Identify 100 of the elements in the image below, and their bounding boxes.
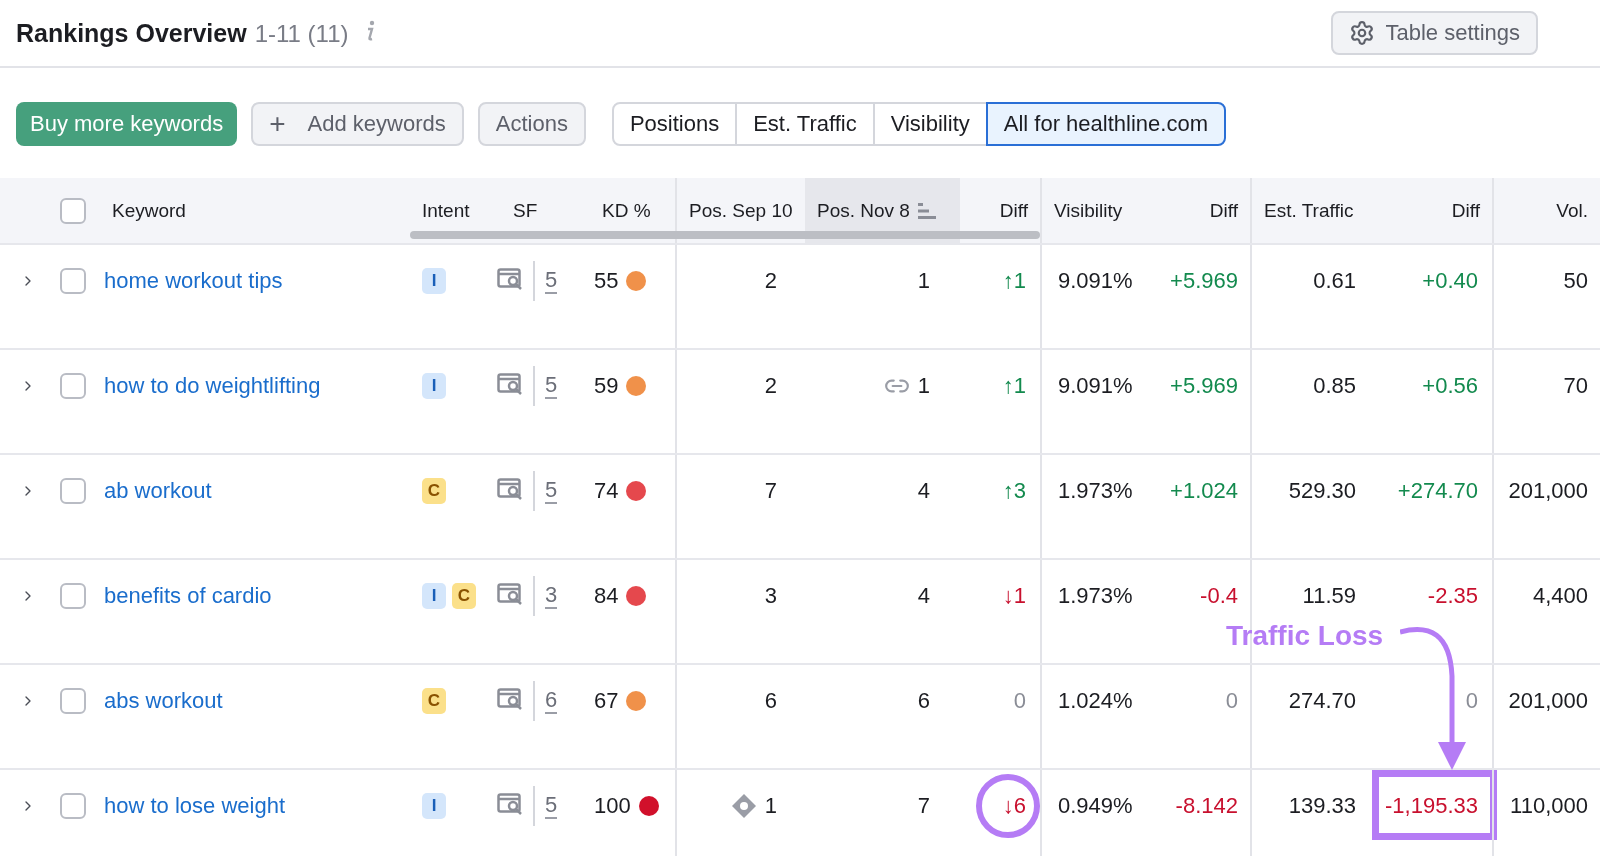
position-diff: 0 — [1013, 688, 1026, 714]
window-search-icon — [497, 373, 523, 395]
difficulty-value: 84 — [594, 583, 619, 609]
view-tab[interactable]: Est. Traffic — [735, 102, 875, 146]
column-header[interactable]: KD % — [602, 197, 651, 224]
intent-badge: I — [422, 268, 446, 294]
row-checkbox[interactable] — [60, 268, 86, 294]
visibility-value: 9.091% — [1058, 373, 1133, 399]
visibility-diff: -0.4 — [1200, 583, 1238, 609]
column-header[interactable]: Keyword — [112, 197, 186, 224]
keyword-link[interactable]: how to lose weight — [104, 793, 285, 819]
window-search-icon — [497, 793, 523, 815]
row-checkbox[interactable] — [60, 793, 86, 819]
window-search-icon — [497, 688, 523, 710]
annotation-label: Traffic Loss — [1226, 620, 1384, 652]
serp-feature-count[interactable]: 5 — [545, 373, 558, 399]
traffic-diff: +0.56 — [1422, 373, 1478, 399]
result-range: 1-11 (11) — [254, 19, 349, 48]
keyword-link[interactable]: benefits of cardio — [104, 583, 272, 609]
difficulty-value: 59 — [594, 373, 619, 399]
keyword-link[interactable]: abs workout — [104, 688, 223, 714]
volume-value: 4,400 — [1532, 583, 1588, 609]
view-tab[interactable]: All for healthline.com — [985, 102, 1226, 146]
column-header[interactable]: SF — [507, 197, 538, 224]
column-header[interactable]: Diff — [1451, 197, 1480, 224]
position-value: 3 — [764, 583, 777, 609]
position-value: 4 — [917, 478, 930, 504]
position-value: 2 — [764, 268, 777, 294]
visibility-diff: +5.969 — [1170, 268, 1238, 294]
difficulty-value: 67 — [594, 688, 619, 714]
visibility-diff: +1.024 — [1170, 478, 1238, 504]
column-header[interactable]: Pos. Sep 10 — [689, 197, 793, 224]
column-header[interactable]: Visibility — [1054, 197, 1123, 224]
traffic-diff: +274.70 — [1397, 478, 1478, 504]
serp-feature-count[interactable]: 5 — [545, 793, 558, 819]
add-keywords-button[interactable]: + Add keywords — [251, 102, 464, 146]
diamond-icon — [730, 793, 757, 819]
select-all-checkbox[interactable] — [60, 197, 86, 224]
traffic-diff: -1,195.33 — [1385, 793, 1478, 819]
column-header[interactable]: Diff — [999, 197, 1028, 224]
position-value: 2 — [764, 373, 777, 399]
sort-icon — [917, 201, 938, 220]
traffic-value: 529.30 — [1288, 478, 1356, 504]
intent-badge: I — [422, 583, 446, 609]
intent-badge: I — [422, 793, 446, 819]
visibility-value: 1.024% — [1058, 688, 1133, 714]
serp-feature-count[interactable]: 6 — [545, 688, 558, 714]
position-value: 1 — [917, 268, 930, 294]
column-header[interactable]: Intent — [422, 197, 470, 224]
row-checkbox[interactable] — [60, 688, 86, 714]
traffic-diff: -2.35 — [1427, 583, 1478, 609]
difficulty-value: 74 — [594, 478, 619, 504]
volume-value: 70 — [1563, 373, 1588, 399]
visibility-diff: -8.142 — [1175, 793, 1238, 819]
row-checkbox[interactable] — [60, 583, 86, 609]
column-header[interactable]: Diff — [1209, 197, 1238, 224]
settings-icon — [1349, 20, 1376, 46]
window-search-icon — [497, 583, 523, 605]
serp-feature-count[interactable]: 3 — [545, 583, 558, 609]
column-header[interactable]: Est. Traffic — [1264, 197, 1354, 224]
position-diff: ↑1 — [1002, 373, 1026, 399]
traffic-diff: 0 — [1465, 688, 1478, 714]
intent-badge: I — [422, 373, 446, 399]
volume-value: 50 — [1563, 268, 1588, 294]
volume-value: 110,000 — [1510, 793, 1588, 819]
actions-button[interactable]: Actions — [477, 102, 586, 146]
row-checkbox[interactable] — [60, 478, 86, 504]
difficulty-value: 55 — [594, 268, 619, 294]
traffic-value: 274.70 — [1288, 688, 1356, 714]
position-diff: ↓6 — [1002, 793, 1026, 819]
visibility-diff: +5.969 — [1170, 373, 1238, 399]
position-diff: ↑3 — [1002, 478, 1026, 504]
row-checkbox[interactable] — [60, 373, 86, 399]
serp-feature-count[interactable]: 5 — [545, 478, 558, 504]
traffic-value: 139.33 — [1288, 793, 1356, 819]
keyword-link[interactable]: home workout tips — [104, 268, 283, 294]
horizontal-scrollbar[interactable] — [410, 231, 1040, 239]
visibility-diff: 0 — [1225, 688, 1238, 714]
keyword-link[interactable]: ab workout — [104, 478, 212, 504]
position-value: 6 — [764, 688, 777, 714]
intent-badge: C — [422, 478, 446, 504]
column-header[interactable]: Vol. — [1556, 197, 1588, 224]
visibility-value: 9.091% — [1058, 268, 1133, 294]
intent-badge: C — [422, 688, 446, 714]
plus-icon: + — [269, 108, 286, 140]
position-value: 4 — [917, 583, 930, 609]
position-value: 7 — [917, 793, 930, 819]
traffic-value: 0.61 — [1313, 268, 1356, 294]
view-tab[interactable]: Visibility — [872, 102, 988, 146]
volume-value: 201,000 — [1508, 688, 1588, 714]
position-diff: ↑1 — [1002, 268, 1026, 294]
window-search-icon — [497, 268, 523, 290]
serp-feature-count[interactable]: 5 — [545, 268, 558, 294]
volume-value: 201,000 — [1508, 478, 1588, 504]
visibility-value: 1.973% — [1058, 478, 1133, 504]
visibility-value: 0.949% — [1058, 793, 1133, 819]
table-settings-button[interactable]: Table settings — [1331, 11, 1538, 55]
traffic-value: 0.85 — [1313, 373, 1356, 399]
keyword-link[interactable]: how to do weightlifting — [104, 373, 321, 399]
view-tab[interactable]: Positions — [611, 102, 738, 146]
